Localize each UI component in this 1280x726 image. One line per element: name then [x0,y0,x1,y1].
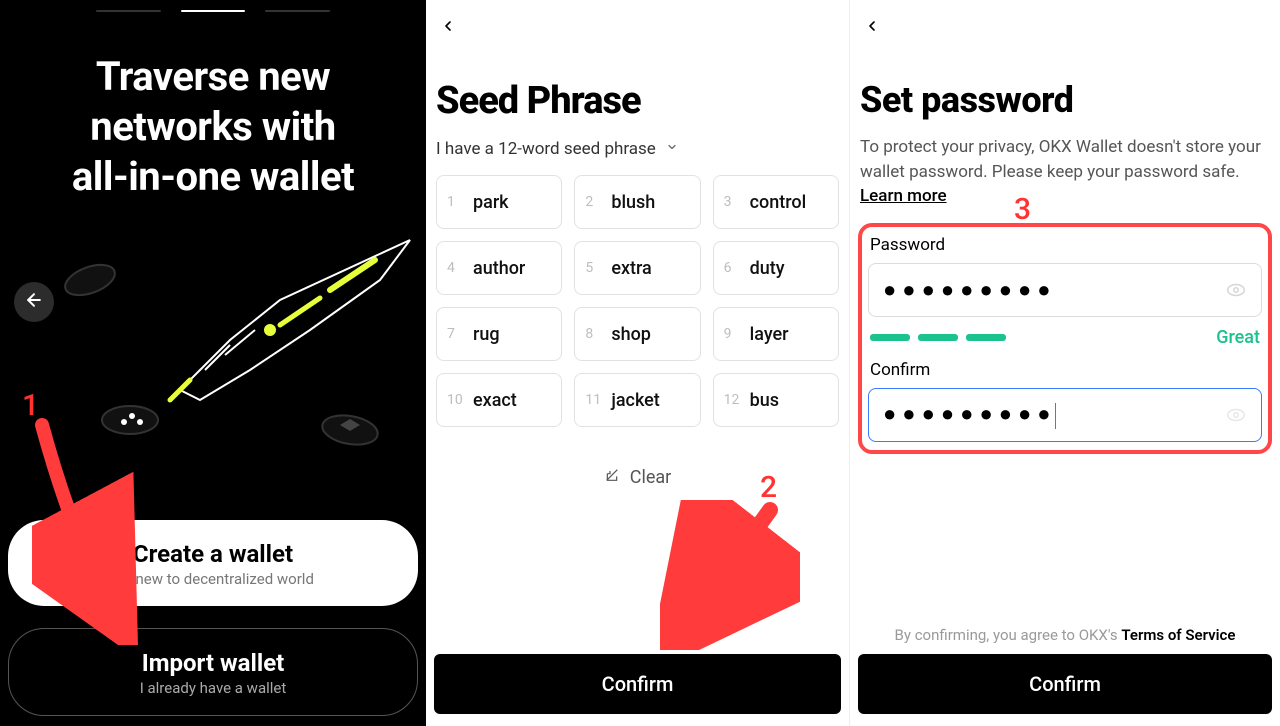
import-wallet-button[interactable]: Import wallet I already have a wallet [8,628,418,716]
set-password-panel: Set password To protect your privacy, OK… [850,0,1280,726]
seed-word-input[interactable]: 6 duty [713,241,839,295]
clear-label: Clear [630,467,672,488]
clear-button[interactable]: Clear [434,427,841,488]
pager-dashes [0,0,426,12]
seed-word-index: 10 [447,392,463,408]
seed-word-input[interactable]: 11 jacket [574,373,700,427]
seed-phrase-title: Seed Phrase [434,45,841,133]
seed-word-value: exact [473,390,517,411]
seed-word-index: 3 [724,194,740,210]
back-button[interactable] [434,0,841,45]
confirm-value: ●●●●●●●●● [883,402,1057,427]
confirm-label: Confirm [868,358,1262,388]
seed-word-input[interactable]: 9 layer [713,307,839,361]
arrow-left-icon [24,290,44,315]
intro-title-line1: Traverse new networks with all-in-one wa… [72,53,354,200]
confirm-button[interactable]: Confirm [434,654,841,714]
seed-word-value: park [473,192,509,213]
seed-word-index: 4 [447,260,463,276]
text-caret [1055,403,1056,429]
seed-word-index: 11 [585,392,601,408]
create-wallet-subtitle: I'm new to decentralized world [18,570,408,588]
seed-word-input[interactable]: 1 park [436,175,562,229]
confirm-password-input[interactable]: ●●●●●●●●● [868,388,1262,442]
seed-word-value: control [750,192,807,213]
seed-grid: 1 park 2 blush 3 control 4 author 5 extra 6 duty 7 ru… [434,175,841,427]
word-count-selector[interactable]: I have a 12-word seed phrase [434,133,841,175]
chevron-left-icon [864,15,880,45]
terms-text: By confirming, you agree to OKX's Terms … [850,626,1280,644]
import-wallet-title: Import wallet [19,649,407,677]
confirm-label: Confirm [602,672,674,696]
chevron-down-icon [666,141,678,157]
seed-word-index: 1 [447,194,463,210]
seed-phrase-panel: Seed Phrase I have a 12-word seed phrase… [426,0,850,726]
seed-word-value: shop [611,324,651,345]
password-form-highlight: Password ●●●●●●●●● Great Confirm ●●●●●●●… [858,223,1272,454]
seed-word-value: author [473,258,525,279]
create-wallet-title: Create a wallet [18,540,408,568]
eye-icon[interactable] [1225,279,1247,301]
seed-word-input[interactable]: 7 rug [436,307,562,361]
seed-word-index: 12 [724,392,740,408]
seed-word-value: rug [473,324,500,345]
clear-icon [604,467,620,488]
seed-word-index: 7 [447,326,463,342]
seed-word-index: 8 [585,326,601,342]
set-password-description: To protect your privacy, OKX Wallet does… [858,129,1272,209]
strength-label: Great [1216,327,1260,348]
seed-word-input[interactable]: 12 bus [713,373,839,427]
intro-panel: Traverse new networks with all-in-one wa… [0,0,426,726]
seed-word-value: layer [750,324,789,345]
seed-word-input[interactable]: 8 shop [574,307,700,361]
seed-word-index: 5 [585,260,601,276]
seed-word-value: duty [750,258,785,279]
seed-word-input[interactable]: 5 extra [574,241,700,295]
seed-word-input[interactable]: 4 author [436,241,562,295]
strength-bar [870,334,910,341]
back-button[interactable] [14,282,54,322]
confirm-label: Confirm [1029,672,1101,696]
set-password-description-text: To protect your privacy, OKX Wallet does… [860,137,1261,182]
back-button[interactable] [858,0,1272,45]
word-count-label: I have a 12-word seed phrase [436,139,656,159]
strength-bar [918,334,958,341]
learn-more-link[interactable]: Learn more [860,186,947,206]
strength-bars [870,334,1006,341]
seed-word-value: bus [750,390,779,411]
strength-bar [966,334,1006,341]
seed-word-input[interactable]: 10 exact [436,373,562,427]
seed-word-index: 9 [724,326,740,342]
eye-icon[interactable] [1225,404,1247,426]
seed-word-input[interactable]: 3 control [713,175,839,229]
seed-word-value: extra [611,258,651,279]
seed-word-index: 2 [585,194,601,210]
seed-word-index: 6 [724,260,740,276]
seed-word-input[interactable]: 2 blush [574,175,700,229]
password-strength: Great [868,317,1262,358]
import-wallet-subtitle: I already have a wallet [19,679,407,697]
create-wallet-button[interactable]: Create a wallet I'm new to decentralized… [8,520,418,606]
password-input[interactable]: ●●●●●●●●● [868,263,1262,317]
terms-of-service-link[interactable]: Terms of Service [1121,626,1235,644]
hero-illustration [30,230,410,470]
seed-word-value: blush [611,192,655,213]
password-value: ●●●●●●●●● [883,277,1057,303]
chevron-left-icon [440,15,456,45]
intro-title: Traverse new networks with all-in-one wa… [0,12,426,202]
confirm-button[interactable]: Confirm [858,654,1272,714]
set-password-title: Set password [858,45,1272,129]
terms-prefix: By confirming, you agree to OKX's [895,626,1122,644]
password-label: Password [868,233,1262,263]
seed-word-value: jacket [611,390,659,411]
